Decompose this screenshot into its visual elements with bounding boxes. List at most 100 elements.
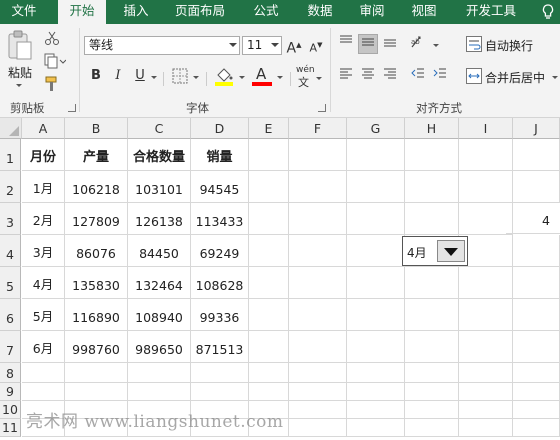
row-header-3[interactable]: 3 (0, 203, 21, 235)
tab-formulas[interactable]: 公式 (242, 0, 290, 24)
italic-button[interactable]: I (108, 66, 128, 86)
tab-data[interactable]: 数据 (296, 0, 344, 24)
cell-g6[interactable] (347, 299, 405, 331)
cell-i10[interactable] (459, 401, 513, 419)
cell-d4[interactable]: 69249 (191, 235, 249, 267)
cell-a2[interactable]: 1月 (22, 171, 65, 203)
column-header-b[interactable]: B (65, 118, 128, 139)
increase-indent-icon[interactable] (430, 66, 450, 86)
cell-h8[interactable] (405, 363, 459, 383)
cell-j3[interactable]: 4 (506, 202, 560, 234)
wrap-text-button[interactable]: 自动换行 (485, 37, 533, 54)
cell-d6[interactable]: 99336 (191, 299, 249, 331)
format-painter-icon[interactable] (44, 76, 60, 92)
font-size-combo[interactable]: 11 (242, 36, 282, 55)
cell-h9[interactable] (405, 383, 459, 401)
cell-g10[interactable] (347, 401, 405, 419)
paste-icon[interactable] (6, 30, 36, 60)
cell-j2[interactable] (513, 171, 560, 203)
cell-h3[interactable] (405, 203, 459, 235)
cell-a7[interactable]: 6月 (22, 331, 65, 363)
cell-h7[interactable] (405, 331, 459, 363)
tab-developer[interactable]: 开发工具 (456, 0, 526, 24)
cell-g1[interactable] (347, 139, 405, 171)
align-center-icon[interactable] (358, 66, 378, 86)
cell-j11[interactable] (513, 419, 560, 437)
shrink-font-icon[interactable]: A▼ (306, 35, 326, 55)
row-header-4[interactable]: 4 (0, 235, 21, 267)
cell-a1[interactable]: 月份 (22, 139, 65, 171)
align-middle-icon[interactable] (358, 34, 378, 54)
row-header-10[interactable]: 10 (0, 401, 21, 419)
cell-g11[interactable] (347, 419, 405, 437)
cell-e5[interactable] (249, 267, 289, 299)
row-header-9[interactable]: 9 (0, 383, 21, 401)
cell-a4[interactable]: 3月 (22, 235, 65, 267)
column-header-e[interactable]: E (249, 118, 289, 139)
cell-c9[interactable] (128, 383, 191, 401)
cell-e6[interactable] (249, 299, 289, 331)
cell-j5[interactable] (513, 267, 560, 299)
copy-icon[interactable] (44, 53, 67, 69)
cell-b3[interactable]: 127809 (65, 203, 128, 235)
cell-c6[interactable]: 108940 (128, 299, 191, 331)
column-header-c[interactable]: C (128, 118, 191, 139)
row-header-2[interactable]: 2 (0, 171, 21, 203)
cell-j7[interactable] (513, 331, 560, 363)
cell-f2[interactable] (289, 171, 347, 203)
cell-e4[interactable] (249, 235, 289, 267)
fill-color-icon[interactable] (214, 66, 234, 86)
cell-b1[interactable]: 产量 (65, 139, 128, 171)
cell-d5[interactable]: 108628 (191, 267, 249, 299)
cell-c1[interactable]: 合格数量 (128, 139, 191, 171)
cell-b8[interactable] (65, 363, 128, 383)
cell-g8[interactable] (347, 363, 405, 383)
wrap-text-icon[interactable] (466, 36, 482, 52)
cell-c4[interactable]: 84450 (128, 235, 191, 267)
clipboard-launcher-icon[interactable] (68, 104, 76, 112)
paste-label[interactable]: 粘贴 (8, 64, 32, 81)
cell-c5[interactable]: 132464 (128, 267, 191, 299)
cell-b9[interactable] (65, 383, 128, 401)
month-combo-dropdown-button[interactable] (437, 240, 465, 262)
cell-e1[interactable] (249, 139, 289, 171)
cell-c2[interactable]: 103101 (128, 171, 191, 203)
cell-d9[interactable] (191, 383, 249, 401)
cell-f7[interactable] (289, 331, 347, 363)
cell-i2[interactable] (459, 171, 513, 203)
cell-c3[interactable]: 126138 (128, 203, 191, 235)
cell-f9[interactable] (289, 383, 347, 401)
lightbulb-icon[interactable] (538, 0, 558, 24)
column-header-i[interactable]: I (459, 118, 513, 139)
row-header-6[interactable]: 6 (0, 299, 21, 331)
merge-center-button[interactable]: 合并后居中 (485, 69, 545, 86)
cell-i6[interactable] (459, 299, 513, 331)
cell-g3[interactable] (347, 203, 405, 235)
cell-f8[interactable] (289, 363, 347, 383)
cell-b7[interactable]: 998760 (65, 331, 128, 363)
row-header-1[interactable]: 1 (0, 139, 21, 171)
cell-g4[interactable] (347, 235, 405, 267)
cell-d2[interactable]: 94545 (191, 171, 249, 203)
align-right-icon[interactable] (380, 66, 400, 86)
cell-i3[interactable] (459, 203, 513, 235)
bold-button[interactable]: B (86, 66, 106, 86)
row-header-5[interactable]: 5 (0, 267, 21, 299)
column-header-a[interactable]: A (22, 118, 65, 139)
cell-d1[interactable]: 销量 (191, 139, 249, 171)
cell-h10[interactable] (405, 401, 459, 419)
tab-view[interactable]: 视图 (400, 0, 448, 24)
cell-g2[interactable] (347, 171, 405, 203)
cell-i1[interactable] (459, 139, 513, 171)
cell-d8[interactable] (191, 363, 249, 383)
grow-font-icon[interactable]: A▲ (284, 35, 304, 57)
row-header-7[interactable]: 7 (0, 331, 21, 363)
tab-review[interactable]: 审阅 (348, 0, 396, 24)
cell-e2[interactable] (249, 171, 289, 203)
cell-c8[interactable] (128, 363, 191, 383)
column-header-h[interactable]: H (405, 118, 459, 139)
cell-h1[interactable] (405, 139, 459, 171)
cell-a8[interactable] (22, 363, 65, 383)
cell-i8[interactable] (459, 363, 513, 383)
underline-button[interactable]: U (130, 66, 150, 86)
